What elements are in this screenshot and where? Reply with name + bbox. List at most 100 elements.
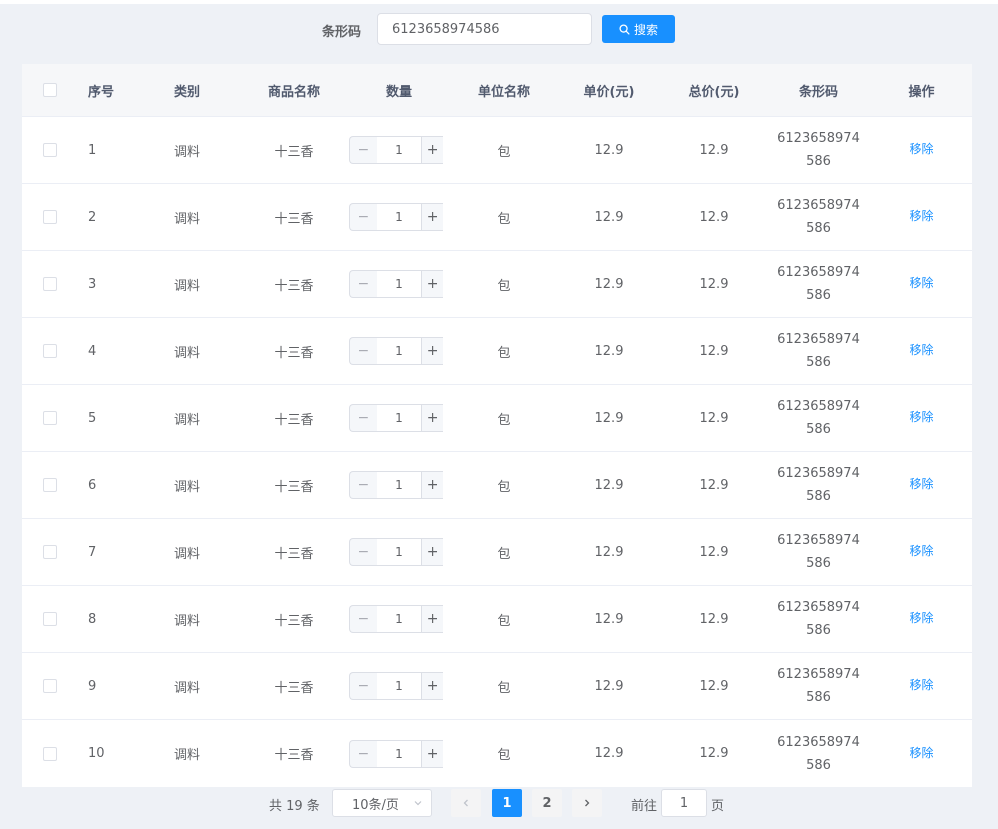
row-index: 10 <box>88 746 105 761</box>
table-row: 4 调料 十三香 −1 + 包 12.9 12.9 6123658974586 移除 <box>22 318 972 385</box>
row-total-price: 12.9 <box>699 678 729 694</box>
page-1-button[interactable]: 1 <box>492 789 522 817</box>
row-product-name: 十三香 <box>274 412 314 428</box>
quantity-value[interactable]: 1 <box>377 404 421 432</box>
row-checkbox[interactable] <box>43 746 57 761</box>
remove-button[interactable]: 移除 <box>909 609 933 626</box>
row-checkbox[interactable] <box>43 545 57 559</box>
row-total-price: 12.9 <box>699 343 729 359</box>
remove-button[interactable]: 移除 <box>909 341 933 358</box>
decrease-quantity-button[interactable]: − <box>348 672 378 700</box>
header-name: 商品名称 <box>267 84 320 100</box>
barcode-search-input[interactable] <box>377 13 592 45</box>
row-checkbox[interactable] <box>43 344 57 358</box>
row-quantity-cell: −1 + <box>346 653 452 719</box>
increase-quantity-button[interactable]: + <box>421 136 444 164</box>
row-barcode-cell: 6123658974586 <box>766 519 871 585</box>
decrease-quantity-button[interactable]: − <box>348 136 378 164</box>
goto-page-input[interactable] <box>661 789 707 817</box>
row-checkbox[interactable] <box>43 679 57 693</box>
search-button[interactable]: 搜索 <box>602 15 675 43</box>
row-select-cell <box>22 452 78 518</box>
row-index: 1 <box>88 142 97 158</box>
quantity-value[interactable]: 1 <box>377 672 421 700</box>
row-barcode: 6123658974586 <box>777 466 860 504</box>
row-checkbox[interactable] <box>43 210 57 224</box>
search-icon <box>619 23 630 35</box>
row-barcode-cell: 6123658974586 <box>766 653 871 719</box>
header-unit: 单位名称 <box>477 84 530 100</box>
barcode-search-label: 条形码 <box>322 25 362 40</box>
search-button-label: 搜索 <box>633 22 658 37</box>
row-unit: 包 <box>497 345 511 361</box>
row-index: 2 <box>88 209 97 225</box>
remove-button[interactable]: 移除 <box>909 274 933 291</box>
remove-button[interactable]: 移除 <box>909 542 933 559</box>
remove-button[interactable]: 移除 <box>909 408 933 425</box>
row-product-name: 十三香 <box>274 613 314 629</box>
row-total-price: 12.9 <box>699 544 729 560</box>
row-checkbox[interactable] <box>43 612 57 626</box>
select-all-checkbox[interactable] <box>43 83 57 97</box>
increase-quantity-button[interactable]: + <box>421 404 444 432</box>
quantity-value[interactable]: 1 <box>377 337 421 365</box>
quantity-value[interactable]: 1 <box>377 270 421 298</box>
remove-button[interactable]: 移除 <box>909 475 933 492</box>
increase-quantity-button[interactable]: + <box>421 471 444 499</box>
row-checkbox[interactable] <box>43 277 57 291</box>
remove-button[interactable]: 移除 <box>909 140 933 157</box>
increase-quantity-button[interactable]: + <box>421 538 444 566</box>
row-product-name: 十三香 <box>274 144 314 160</box>
header-unit-price: 单价(元) <box>583 84 635 100</box>
increase-quantity-button[interactable]: + <box>421 605 444 633</box>
row-action-cell: 移除 <box>871 720 972 787</box>
remove-button[interactable]: 移除 <box>909 207 933 224</box>
remove-button[interactable]: 移除 <box>909 744 933 761</box>
row-quantity-cell: −1 + <box>346 385 452 451</box>
row-unit-price: 12.9 <box>594 209 624 225</box>
quantity-value[interactable]: 1 <box>377 605 421 633</box>
decrease-quantity-button[interactable]: − <box>348 203 378 231</box>
row-product-name: 十三香 <box>274 345 314 361</box>
row-total-price: 12.9 <box>699 611 729 627</box>
chevron-down-icon <box>414 801 422 806</box>
increase-quantity-button[interactable]: + <box>421 739 444 768</box>
row-checkbox[interactable] <box>43 143 57 157</box>
increase-quantity-button[interactable]: + <box>421 270 444 298</box>
page-2-button[interactable]: 2 <box>532 789 562 817</box>
table-row: 7 调料 十三香 −1 + 包 12.9 12.9 6123658974586 移除 <box>22 519 972 586</box>
row-product-name: 十三香 <box>274 211 314 227</box>
quantity-value[interactable]: 1 <box>377 136 421 164</box>
row-checkbox[interactable] <box>43 478 57 492</box>
decrease-quantity-button[interactable]: − <box>348 404 378 432</box>
increase-quantity-button[interactable]: + <box>421 672 444 700</box>
row-checkbox[interactable] <box>43 411 57 425</box>
decrease-quantity-button[interactable]: − <box>348 270 378 298</box>
increase-quantity-button[interactable]: + <box>421 203 444 231</box>
header-total-price: 总价(元) <box>688 84 740 100</box>
quantity-stepper: −1 + <box>348 404 444 432</box>
row-barcode: 6123658974586 <box>777 198 860 236</box>
quantity-value[interactable]: 1 <box>377 471 421 499</box>
next-page-button[interactable] <box>572 789 602 817</box>
page-size-select[interactable]: 10条/页 <box>332 789 432 817</box>
decrease-quantity-button[interactable]: − <box>348 605 378 633</box>
decrease-quantity-button[interactable]: − <box>348 337 378 365</box>
decrease-quantity-button[interactable]: − <box>348 538 378 566</box>
header-action: 操作 <box>908 84 935 100</box>
quantity-value[interactable]: 1 <box>377 203 421 231</box>
row-total-price: 12.9 <box>699 209 729 225</box>
quantity-value[interactable]: 1 <box>377 739 421 768</box>
row-unit-price: 12.9 <box>594 746 624 761</box>
row-category: 调料 <box>173 144 200 160</box>
row-select-cell <box>22 117 78 183</box>
row-quantity-cell: −1 + <box>346 117 452 183</box>
prev-page-button[interactable] <box>451 789 481 817</box>
row-unit: 包 <box>497 479 511 495</box>
quantity-value[interactable]: 1 <box>377 538 421 566</box>
decrease-quantity-button[interactable]: − <box>348 471 378 499</box>
remove-button[interactable]: 移除 <box>909 676 933 693</box>
increase-quantity-button[interactable]: + <box>421 337 444 365</box>
row-category: 调料 <box>173 412 200 428</box>
decrease-quantity-button[interactable]: − <box>348 739 378 768</box>
